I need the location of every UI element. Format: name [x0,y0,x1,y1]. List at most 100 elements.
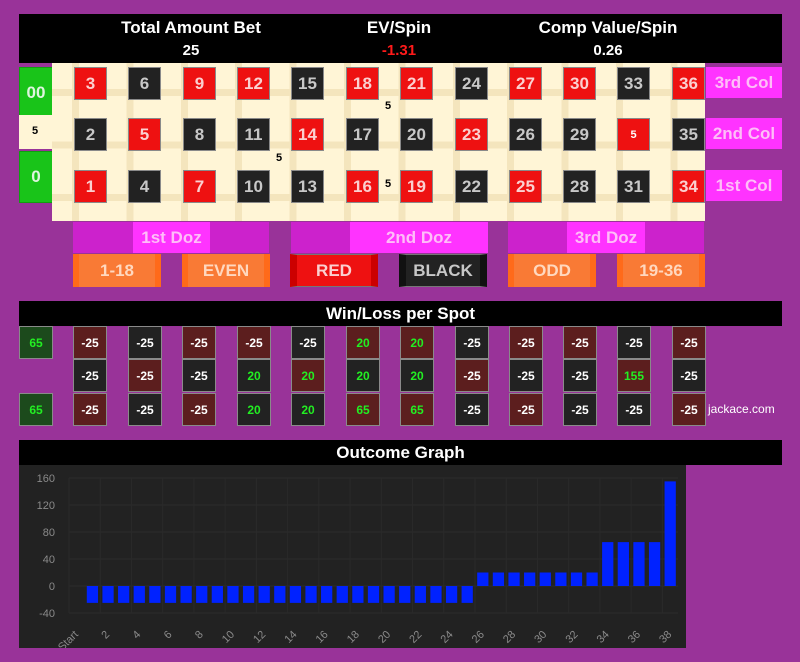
winloss-title: Win/Loss per Spot [19,301,782,326]
number-label: 8 [194,124,205,144]
number-cell[interactable]: 25 [509,170,542,203]
number-cell[interactable]: 11 [237,118,270,151]
number-cell[interactable]: 9 [183,67,216,100]
number-cell[interactable]: 17 [346,118,379,151]
number-cell[interactable]: 22 [455,170,488,203]
x-tick-label: 6 [162,629,175,642]
chip-corner-17-21[interactable]: 5 [381,100,395,112]
column-label: 2nd Col [712,123,776,143]
winloss-cell: -25 [128,359,162,392]
number-cell[interactable]: 16 [346,170,379,203]
outcome-bar [164,586,177,603]
outcome-bar [133,586,145,603]
winloss-cell: 155 [617,359,651,392]
outcome-bar [477,572,489,586]
bet-3rd-dozen[interactable]: 3rd Doz [508,222,704,253]
zero-label: 0 [31,167,41,186]
number-cell[interactable]: 29 [563,118,596,151]
bet-even[interactable]: EVEN [182,254,270,287]
ev-label: EV/Spin [366,18,432,37]
number-cell[interactable]: 34 [672,170,705,203]
winloss-0: 65 [19,393,53,426]
winloss-cell: -25 [182,393,216,426]
bet-19-36[interactable]: 19-36 [617,254,705,287]
number-cell[interactable]: 19 [400,170,433,203]
number-label: 24 [462,73,481,93]
site-link[interactable]: jackace.com [708,402,775,416]
number-cell[interactable]: 33 [617,67,650,100]
bet-2nd-dozen[interactable]: 2nd Doz [291,222,488,253]
x-tick-label: 2 [99,629,112,642]
outcome-bar [352,586,364,603]
x-tick-label: 18 [345,629,362,646]
number-cell[interactable]: 12 [237,67,270,100]
number-label: 23 [462,124,481,144]
bet-red[interactable]: RED [290,254,378,287]
number-label: 10 [244,176,263,196]
number-cell[interactable]: 36 [672,67,705,100]
winloss-cell: 20 [346,326,380,359]
bet-2nd-column[interactable]: 2nd Col [706,118,782,149]
bet-odd[interactable]: ODD [508,254,596,287]
number-cell[interactable]: 1 [74,170,107,203]
x-tick-label: 28 [501,629,518,646]
number-cell[interactable]: 8 [183,118,216,151]
bet-00[interactable]: 00 [19,67,53,119]
number-cell[interactable]: 20 [400,118,433,151]
outcome-bar [211,586,223,603]
outcome-bar [321,586,333,603]
number-cell[interactable]: 21 [400,67,433,100]
number-cell[interactable]: 35 [672,118,705,151]
winloss-cell: 20 [400,359,434,392]
winloss-cell: 20 [237,393,271,426]
winloss-cell: -25 [509,326,543,359]
number-label: 35 [679,124,698,144]
number-cell[interactable]: 14 [291,118,324,151]
chip-corner-10-14[interactable]: 5 [272,152,286,164]
bet-black[interactable]: BLACK [399,254,487,287]
number-label: 9 [194,73,205,93]
bet-1st-dozen[interactable]: 1st Doz [73,222,269,253]
number-label: 7 [194,176,205,196]
number-cell[interactable]: 2 [74,118,107,151]
outcome-bar [258,586,270,603]
number-cell[interactable]: 6 [128,67,161,100]
bet-0[interactable]: 0 [19,151,53,203]
number-cell[interactable]: 10 [237,170,270,203]
number-cell[interactable]: 3 [74,67,107,100]
number-cell[interactable]: 4 [128,170,161,203]
chip-split-16-19[interactable]: 5 [381,178,395,190]
bet-1st-column[interactable]: 1st Col [706,170,782,201]
y-tick-label: 120 [37,500,55,512]
number-label: 6 [139,73,150,93]
number-cell[interactable]: 23 [455,118,488,151]
number-cell[interactable]: 28 [563,170,596,203]
winloss-cell: -25 [617,326,651,359]
x-tick-label: 24 [439,629,456,646]
number-cell[interactable]: 15 [291,67,324,100]
winloss-cell: -25 [73,326,107,359]
bet-3rd-column[interactable]: 3rd Col [706,67,782,98]
winloss-cell: -25 [128,326,162,359]
number-label: 1 [85,176,96,196]
outside-label: BLACK [413,260,473,280]
number-cell[interactable]: 30 [563,67,596,100]
number-cell[interactable]: 26 [509,118,542,151]
number-cell[interactable]: 13 [291,170,324,203]
number-cell[interactable]: 27 [509,67,542,100]
winloss-cell: -25 [237,326,271,359]
number-cell[interactable]: 24 [455,67,488,100]
number-label: 18 [353,73,372,93]
number-cell[interactable]: 5 [128,118,161,151]
bet-1-18[interactable]: 1-18 [73,254,161,287]
number-cell[interactable]: 31 [617,170,650,203]
number-cell[interactable]: 18 [346,67,379,100]
chip-split-0-00[interactable]: 5 [28,125,42,137]
number-cell[interactable]: 7 [183,170,216,203]
x-tick-label: 26 [470,629,487,646]
outcome-bar [196,586,208,603]
outcome-bar [633,542,645,586]
number-cell-with-chip[interactable]: 5 [617,118,650,151]
outcome-bar [102,586,114,603]
winloss-cell: -25 [182,359,216,392]
